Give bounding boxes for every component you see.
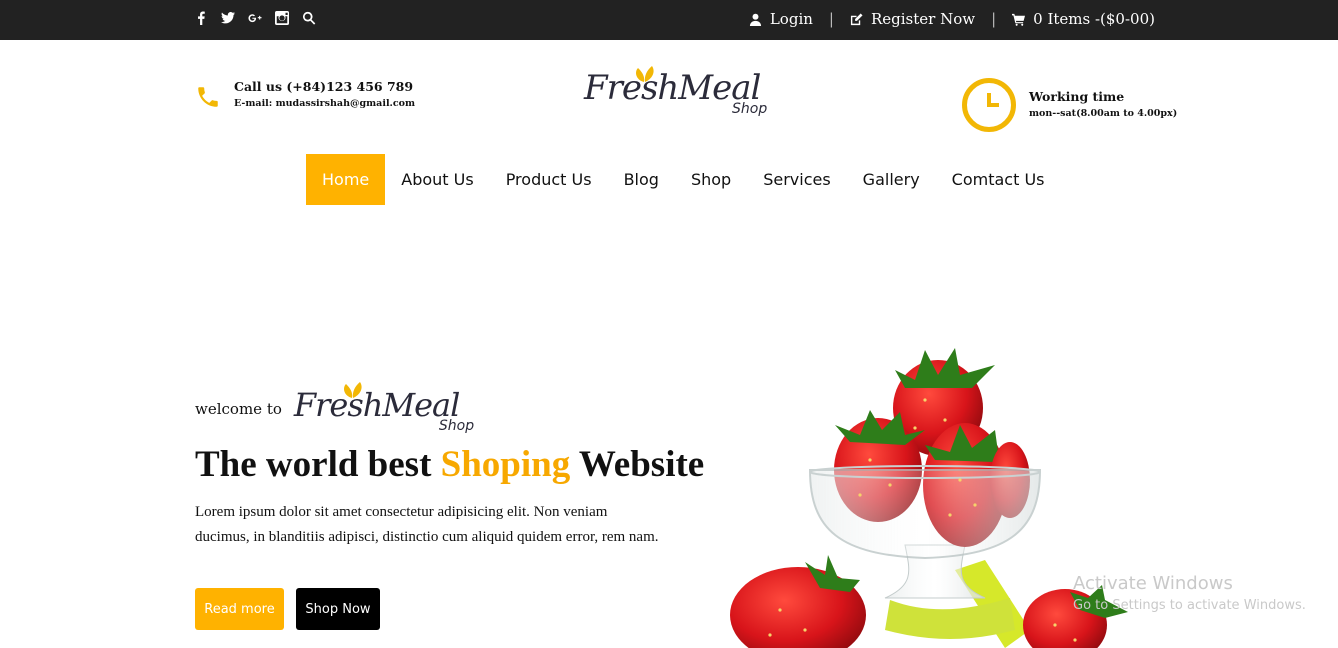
nav-services[interactable]: Services (747, 154, 846, 205)
contact-info: Call us (+84)123 456 789 E-mail: mudassi… (195, 78, 415, 112)
working-time-title: Working time (1029, 89, 1125, 104)
cart-link[interactable]: 0 Items -($0-00) (1012, 10, 1155, 28)
site-logo[interactable]: FreshMeal Shop (584, 62, 774, 124)
search-icon[interactable] (301, 10, 316, 25)
headline-pre: The world best (195, 444, 441, 485)
activate-windows-watermark: Activate Windows Go to Settings to activ… (1073, 573, 1306, 615)
hero-logo-subtitle: Shop (438, 418, 475, 434)
user-icon (749, 13, 761, 26)
separator: | (828, 10, 834, 28)
hero-headline: The world best Shoping Website (195, 440, 704, 490)
read-more-button[interactable]: Read more (195, 588, 284, 630)
instagram-icon[interactable] (274, 10, 289, 25)
headline-post: Website (570, 444, 705, 485)
nav-blog[interactable]: Blog (608, 154, 675, 205)
welcome-text: welcome to (195, 400, 282, 418)
main-nav: Home About Us Product Us Blog Shop Servi… (306, 154, 1060, 205)
login-label: Login (769, 10, 813, 28)
email-address: E-mail: mudassirshah@gmail.com (234, 98, 416, 109)
nav-contact-us[interactable]: Comtact Us (936, 154, 1061, 205)
hero-description: Lorem ipsum dolor sit amet consectetur a… (195, 504, 659, 545)
clock-icon (962, 78, 1016, 132)
headline-highlight: Shoping (440, 444, 571, 485)
hero-logo: FreshMeal Shop (294, 380, 484, 436)
phone-icon (198, 87, 218, 107)
activate-title: Activate Windows (1073, 573, 1233, 594)
phone-number: Call us (+84)123 456 789 (234, 79, 414, 94)
twitter-icon[interactable] (220, 10, 235, 25)
nav-shop[interactable]: Shop (675, 154, 747, 205)
account-links: Login | Register Now | 0 Items -($0-00) (749, 10, 1155, 28)
nav-gallery[interactable]: Gallery (847, 154, 936, 205)
welcome-line: welcome to FreshMeal Shop (195, 380, 484, 436)
shop-now-button[interactable]: Shop Now (296, 588, 380, 630)
working-time: Working time mon--sat(8.00am to 4.00px) (962, 78, 1177, 132)
separator: | (991, 10, 997, 28)
cart-label: 0 Items -($0-00) (1033, 10, 1155, 28)
working-hours: mon--sat(8.00am to 4.00px) (1029, 108, 1178, 119)
hero-logo-script: FreshMeal (293, 386, 460, 424)
register-label: Register Now (870, 10, 976, 28)
social-links (193, 10, 316, 25)
top-bar: Login | Register Now | 0 Items -($0-00) (0, 0, 1338, 40)
nav-about-us[interactable]: About Us (385, 154, 489, 205)
register-link[interactable]: Register Now (850, 10, 975, 28)
login-link[interactable]: Login (749, 10, 813, 28)
cart-icon (1012, 13, 1026, 26)
nav-product-us[interactable]: Product Us (490, 154, 608, 205)
facebook-icon[interactable] (193, 10, 208, 25)
activate-subtitle: Go to Settings to activate Windows. (1073, 598, 1306, 613)
google-plus-icon[interactable] (247, 10, 262, 25)
logo-subtitle: Shop (732, 101, 768, 117)
edit-icon (850, 12, 863, 25)
nav-home[interactable]: Home (306, 154, 386, 205)
